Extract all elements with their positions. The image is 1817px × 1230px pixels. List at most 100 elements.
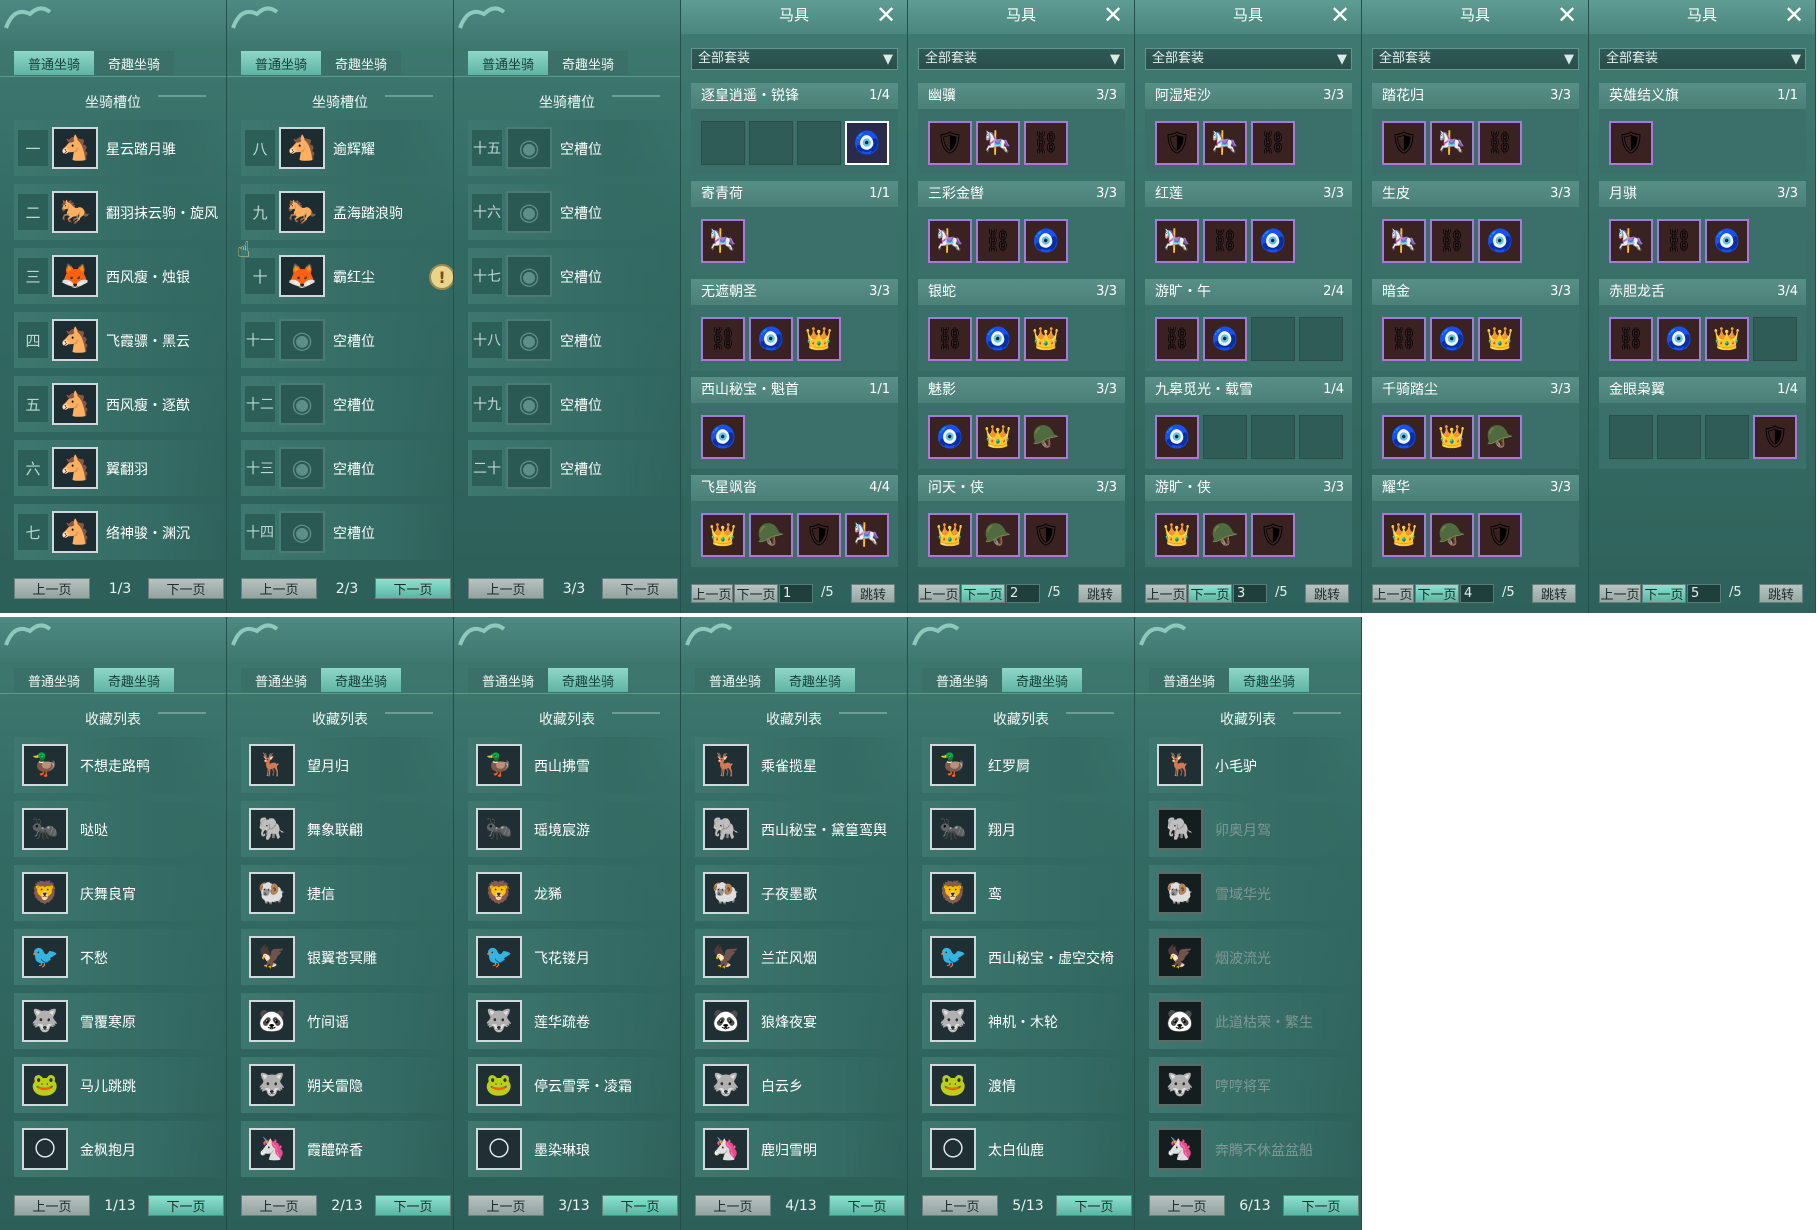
set-filter-select[interactable]: 全部套装 ▼ <box>691 48 898 70</box>
gear-piece-icon[interactable]: 🧿 <box>845 121 889 165</box>
gear-piece-icon[interactable]: ⛓ <box>1251 121 1295 165</box>
collection-item[interactable]: 🦅 兰芷风烟 <box>695 929 907 985</box>
collection-item[interactable]: 🐜 瑶境宸游 <box>468 801 680 857</box>
collection-item[interactable]: 🐺 白云乡 <box>695 1057 907 1113</box>
gear-piece-icon[interactable]: 👑 <box>1155 513 1199 557</box>
gear-piece-icon[interactable]: 🪖 <box>1024 415 1068 459</box>
empty-gear-slot[interactable] <box>1203 415 1247 459</box>
page-input[interactable]: 2 <box>1006 584 1040 603</box>
empty-gear-slot[interactable] <box>1251 317 1295 361</box>
next-page-button[interactable]: 下一页 <box>148 1195 224 1216</box>
collection-item[interactable]: 🐸 渡情 <box>922 1057 1134 1113</box>
empty-gear-slot[interactable] <box>1609 415 1653 459</box>
gear-piece-icon[interactable]: 🪖 <box>749 513 793 557</box>
collection-item[interactable]: 🐺 莲华疏卷 <box>468 993 680 1049</box>
gear-piece-icon[interactable]: 👑 <box>976 415 1020 459</box>
alert-icon[interactable]: ! <box>429 264 453 290</box>
gear-piece-icon[interactable]: ⛓ <box>1657 219 1701 263</box>
gear-piece-icon[interactable]: 🛡 <box>1251 513 1295 557</box>
gear-piece-icon[interactable]: 👑 <box>1024 317 1068 361</box>
next-page-button[interactable]: 下一页 <box>1415 584 1459 603</box>
collection-item[interactable]: 🐜 哒哒 <box>14 801 226 857</box>
collection-item[interactable]: 🐼 狼烽夜宴 <box>695 993 907 1049</box>
close-icon[interactable]: ✕ <box>1554 2 1580 28</box>
prev-page-button[interactable]: 上一页 <box>922 1195 998 1216</box>
gear-piece-icon[interactable]: 🛡 <box>1753 415 1797 459</box>
mount-slot[interactable]: 五 🐴 西风瘦・逐猷 <box>14 376 226 432</box>
gear-piece-icon[interactable]: ⛓ <box>1203 219 1247 263</box>
collection-item[interactable]: 🦆 西山拂雪 <box>468 737 680 793</box>
collection-item[interactable]: 🐺 神机・木轮 <box>922 993 1134 1049</box>
set-filter-select[interactable]: 全部套装 ▼ <box>1145 48 1352 70</box>
prev-page-button[interactable]: 上一页 <box>691 584 733 603</box>
prev-page-button[interactable]: 上一页 <box>1149 1195 1225 1216</box>
gear-piece-icon[interactable]: 🧿 <box>976 317 1020 361</box>
prev-page-button[interactable]: 上一页 <box>1145 584 1187 603</box>
gear-piece-icon[interactable]: 🎠 <box>976 121 1020 165</box>
gear-piece-icon[interactable]: 🪖 <box>976 513 1020 557</box>
gear-piece-icon[interactable]: 🎠 <box>1430 121 1474 165</box>
gear-piece-icon[interactable]: 🎠 <box>1203 121 1247 165</box>
gear-piece-icon[interactable]: 🧿 <box>1382 415 1426 459</box>
goto-button[interactable]: 跳转 <box>1532 584 1576 603</box>
next-page-button[interactable]: 下一页 <box>1188 584 1232 603</box>
gear-piece-icon[interactable]: ⛓ <box>928 317 972 361</box>
empty-gear-slot[interactable] <box>1657 415 1701 459</box>
gear-piece-icon[interactable]: ⛓ <box>976 219 1020 263</box>
collection-item[interactable]: 🐸 马儿跳跳 <box>14 1057 226 1113</box>
gear-piece-icon[interactable]: ⛓ <box>701 317 745 361</box>
next-page-button[interactable]: 下一页 <box>829 1195 905 1216</box>
collection-item[interactable]: 🦄 鹿归雪明 <box>695 1121 907 1177</box>
goto-button[interactable]: 跳转 <box>1305 584 1349 603</box>
close-icon[interactable]: ✕ <box>1327 2 1353 28</box>
tab-normal-mount[interactable]: 普通坐骑 <box>468 51 548 75</box>
gear-piece-icon[interactable]: 🧿 <box>749 317 793 361</box>
gear-piece-icon[interactable]: 🧿 <box>1478 219 1522 263</box>
gear-piece-icon[interactable]: 👑 <box>1382 513 1426 557</box>
gear-piece-icon[interactable]: 🛡 <box>928 121 972 165</box>
collection-item[interactable]: 🦌 望月归 <box>241 737 453 793</box>
goto-button[interactable]: 跳转 <box>851 584 895 603</box>
collection-item[interactable]: 🐸 停云雪霁・凌霜 <box>468 1057 680 1113</box>
page-input[interactable]: 3 <box>1233 584 1267 603</box>
tab-fun-mount[interactable]: 奇趣坐骑 <box>94 668 174 692</box>
gear-piece-icon[interactable]: 🧿 <box>1657 317 1701 361</box>
tab-normal-mount[interactable]: 普通坐骑 <box>14 51 94 75</box>
empty-gear-slot[interactable] <box>797 121 841 165</box>
mount-slot[interactable]: 十八 ◉ 空槽位 <box>468 312 680 368</box>
gear-piece-icon[interactable]: 🎠 <box>845 513 889 557</box>
gear-piece-icon[interactable]: 🪖 <box>1430 513 1474 557</box>
next-page-button[interactable]: 下一页 <box>961 584 1005 603</box>
mount-slot[interactable]: 九 🐎 孟海踏浪驹 <box>241 184 453 240</box>
next-page-button[interactable]: 下一页 <box>1642 584 1686 603</box>
empty-gear-slot[interactable] <box>1299 415 1343 459</box>
gear-piece-icon[interactable]: 🎠 <box>701 219 745 263</box>
gear-piece-icon[interactable]: 🪖 <box>1203 513 1247 557</box>
collection-item[interactable]: 🦁 龙豨 <box>468 865 680 921</box>
close-icon[interactable]: ✕ <box>1100 2 1126 28</box>
collection-item[interactable]: 🐺 雪覆寒原 <box>14 993 226 1049</box>
set-filter-select[interactable]: 全部套装 ▼ <box>918 48 1125 70</box>
gear-piece-icon[interactable]: 🧿 <box>928 415 972 459</box>
collection-item[interactable]: 🐺 哼哼将军 <box>1149 1057 1361 1113</box>
empty-gear-slot[interactable] <box>749 121 793 165</box>
collection-item[interactable]: 🐦 西山秘宝・虚空交椅 <box>922 929 1134 985</box>
tab-fun-mount[interactable]: 奇趣坐骑 <box>775 668 855 692</box>
collection-item[interactable]: 🌕 金枫抱月 <box>14 1121 226 1177</box>
mount-slot[interactable]: 十二 ◉ 空槽位 <box>241 376 453 432</box>
close-icon[interactable]: ✕ <box>873 2 899 28</box>
gear-piece-icon[interactable]: 🛡 <box>1382 121 1426 165</box>
page-input[interactable]: 1 <box>779 584 813 603</box>
page-input[interactable]: 4 <box>1460 584 1494 603</box>
collection-item[interactable]: 🦄 霞醴碎香 <box>241 1121 453 1177</box>
gear-piece-icon[interactable]: 🛡 <box>1155 121 1199 165</box>
collection-item[interactable]: 🐜 翔月 <box>922 801 1134 857</box>
tab-fun-mount[interactable]: 奇趣坐骑 <box>94 51 174 75</box>
next-page-button[interactable]: 下一页 <box>1283 1195 1359 1216</box>
mount-slot[interactable]: 十三 ◉ 空槽位 <box>241 440 453 496</box>
tab-normal-mount[interactable]: 普通坐骑 <box>241 668 321 692</box>
tab-fun-mount[interactable]: 奇趣坐骑 <box>548 51 628 75</box>
empty-gear-slot[interactable] <box>1299 317 1343 361</box>
prev-page-button[interactable]: 上一页 <box>695 1195 771 1216</box>
tab-normal-mount[interactable]: 普通坐骑 <box>695 668 775 692</box>
